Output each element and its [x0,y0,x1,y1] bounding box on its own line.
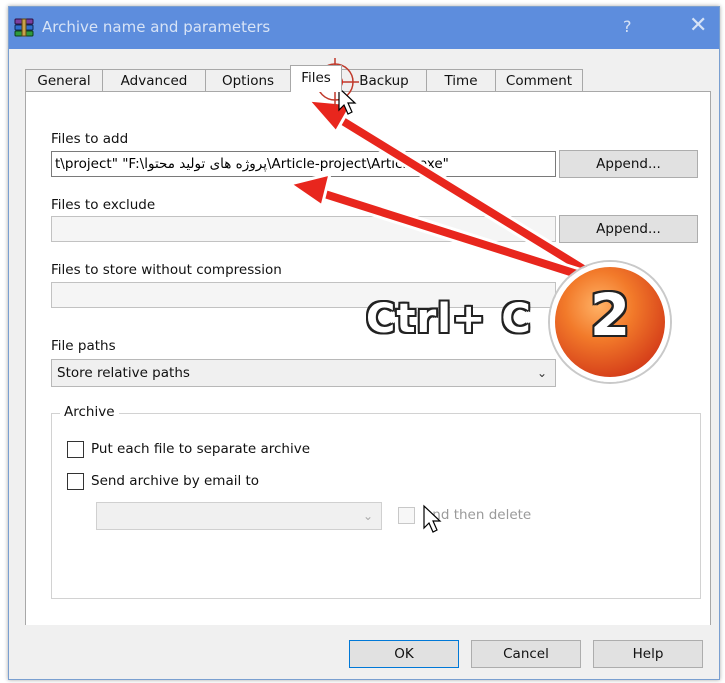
files-to-exclude-label: Files to exclude [51,197,156,213]
file-paths-value: Store relative paths [57,365,190,381]
separate-archive-label[interactable]: Put each file to separate archive [91,441,310,457]
winrar-app-icon [14,18,34,37]
tab-general[interactable]: General [25,69,103,91]
tab-time[interactable]: Time [426,69,496,91]
archive-group-legend: Archive [60,404,119,420]
close-icon[interactable]: ✕ [689,13,707,38]
files-to-exclude-input[interactable] [51,216,556,242]
tab-comment[interactable]: Comment [495,69,583,91]
tab-files[interactable]: Files [290,65,342,92]
files-no-compress-label: Files to store without compression [51,262,282,278]
files-to-add-value: t\project" "F:\پروژه های تولید محتوا\Art… [55,156,449,172]
chevron-down-icon: ⌄ [536,366,547,380]
file-paths-label: File paths [51,338,116,354]
cancel-button[interactable]: Cancel [471,640,581,668]
help-title-button[interactable]: ? [623,17,632,36]
dialog-footer: OK Cancel Help [9,625,719,679]
chevron-down-icon: ⌄ [362,509,373,523]
tab-advanced[interactable]: Advanced [102,69,206,91]
title-bar: Archive name and parameters ? ✕ [9,7,719,49]
files-to-add-input[interactable]: t\project" "F:\پروژه های تولید محتوا\Art… [51,151,556,177]
file-paths-select[interactable]: Store relative paths ⌄ [51,359,556,387]
window-title: Archive name and parameters [42,18,271,36]
files-to-add-label: Files to add [51,131,129,147]
send-email-label[interactable]: Send archive by email to [91,473,259,489]
delete-after-label[interactable]: and then delete [424,507,531,523]
separate-archive-checkbox[interactable] [67,441,84,458]
archive-dialog: Archive name and parameters ? ✕ General A… [8,6,720,680]
files-no-compress-input[interactable] [51,282,556,308]
tab-options[interactable]: Options [205,69,291,91]
append-add-button[interactable]: Append... [559,150,698,178]
tab-backup[interactable]: Backup [341,69,427,91]
delete-after-checkbox[interactable] [398,507,415,524]
send-email-checkbox[interactable] [67,473,84,490]
append-exclude-button[interactable]: Append... [559,215,698,243]
help-button[interactable]: Help [593,640,703,668]
ok-button[interactable]: OK [349,640,459,668]
archive-group: Archive Put each file to separate archiv… [51,404,701,599]
email-address-combo[interactable]: ⌄ [96,502,382,530]
